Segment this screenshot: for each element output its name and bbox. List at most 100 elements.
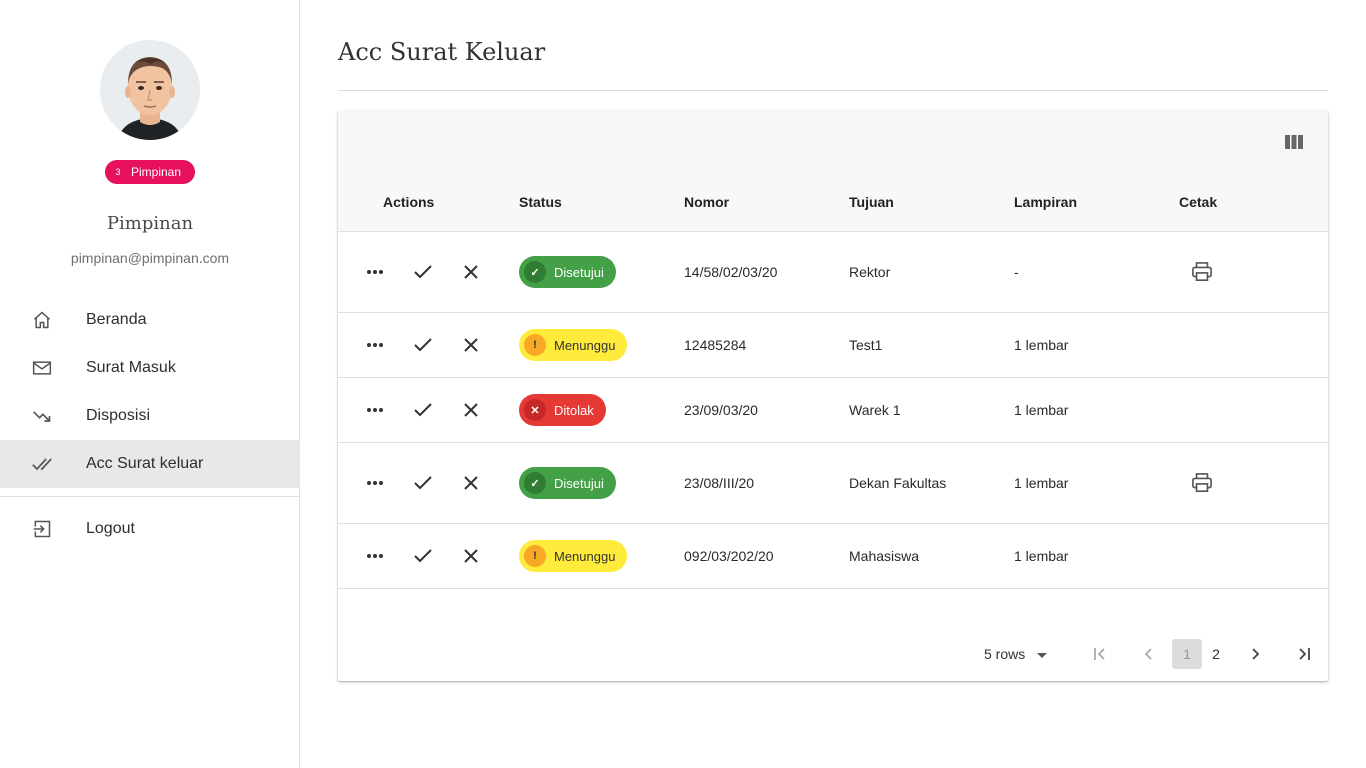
status-cell: ✕ Ditolak [519, 378, 606, 442]
caret-down-icon [1037, 646, 1048, 662]
close-icon [464, 265, 478, 279]
sidebar-item-acc-surat-keluar[interactable]: Acc Surat keluar [0, 440, 300, 488]
approve-button[interactable] [411, 260, 435, 284]
lampiran-cell: - [1014, 264, 1019, 280]
nomor-cell: 14/58/02/03/20 [684, 264, 778, 280]
view-columns-button[interactable] [1282, 133, 1306, 153]
data-table-card: Actions Status Nomor Tujuan Lampiran Cet… [338, 111, 1328, 681]
table-row: ! Menunggu 12485284 Test1 1 lembar [338, 312, 1328, 377]
row-actions [363, 378, 483, 442]
nomor-cell: 23/09/03/20 [684, 402, 758, 418]
status-label: Menunggu [554, 548, 616, 564]
view-columns-icon [1285, 134, 1303, 153]
print-button[interactable] [1191, 232, 1213, 312]
rows-per-page-select[interactable]: 5 rows [984, 636, 1048, 672]
reject-button[interactable] [459, 260, 483, 284]
alert-circle-icon: ! [524, 334, 546, 356]
next-page-button[interactable] [1241, 639, 1271, 669]
check-icon [414, 338, 432, 352]
page-2-button[interactable]: 2 [1201, 639, 1231, 669]
tujuan-cell: Mahasiswa [849, 548, 920, 564]
logout-icon [30, 517, 54, 541]
status-badge: ✓ Disetujui [519, 256, 616, 288]
sidebar-item-label: Surat Masuk [86, 359, 176, 376]
table-body: ✓ Disetujui 14/58/02/03/20 Rektor - ! Me [338, 231, 1328, 589]
row-actions [363, 524, 483, 588]
check-icon [414, 403, 432, 417]
status-cell: ! Menunggu [519, 313, 628, 377]
page-1-button[interactable]: 1 [1172, 639, 1202, 669]
print-button[interactable] [1191, 443, 1213, 523]
first-page-icon [1094, 648, 1105, 660]
reject-button[interactable] [459, 471, 483, 495]
lampiran-cell: 1 lembar [1014, 548, 1069, 564]
sidebar-item-logout[interactable]: Logout [0, 505, 300, 553]
column-header-lampiran[interactable]: Lampiran [1014, 183, 1077, 231]
home-icon [30, 308, 54, 332]
check-circle-icon: ✓ [524, 261, 546, 283]
status-label: Menunggu [554, 337, 616, 353]
mail-icon [30, 356, 54, 380]
table-row: ✕ Ditolak 23/09/03/20 Warek 1 1 lembar [338, 377, 1328, 442]
sidebar-item-disposisi[interactable]: Disposisi [0, 392, 300, 440]
user-name: Pimpinan [106, 213, 194, 234]
last-page-icon [1299, 648, 1310, 660]
column-header-cetak[interactable]: Cetak [1179, 183, 1217, 231]
status-badge: ! Menunggu [519, 540, 628, 572]
more-options-button[interactable] [363, 471, 387, 495]
status-cell: ! Menunggu [519, 524, 628, 588]
close-icon [464, 476, 478, 490]
reject-button[interactable] [459, 398, 483, 422]
status-cell: ✓ Disetujui [519, 443, 616, 523]
nomor-cell: 12485284 [684, 337, 747, 353]
column-header-tujuan[interactable]: Tujuan [849, 183, 894, 231]
status-cell: ✓ Disetujui [519, 232, 616, 312]
approve-button[interactable] [411, 333, 435, 357]
column-header-nomor[interactable]: Nomor [684, 183, 729, 231]
table-row: ✓ Disetujui 14/58/02/03/20 Rektor - [338, 231, 1328, 312]
approve-button[interactable] [411, 398, 435, 422]
column-header-status[interactable]: Status [519, 183, 562, 231]
nav-divider [0, 496, 300, 497]
close-icon [464, 549, 478, 563]
reject-button[interactable] [459, 333, 483, 357]
column-header-actions[interactable]: Actions [383, 183, 434, 231]
badge-count: 3 [115, 167, 121, 177]
table-row: ! Menunggu 092/03/202/20 Mahasiswa 1 lem… [338, 523, 1328, 588]
trending-down-icon [30, 404, 54, 428]
approve-button[interactable] [411, 544, 435, 568]
sidebar-item-label: Beranda [86, 311, 147, 328]
more-options-button[interactable] [363, 333, 387, 357]
check-circle-icon: ✓ [524, 472, 546, 494]
sidebar-item-beranda[interactable]: Beranda [0, 296, 300, 344]
rows-per-page-value: 5 rows [984, 646, 1026, 662]
lampiran-cell: 1 lembar [1014, 402, 1069, 418]
last-page-button[interactable] [1289, 639, 1319, 669]
row-actions [363, 232, 483, 312]
close-icon [464, 403, 478, 417]
first-page-button[interactable] [1085, 639, 1115, 669]
more-horizontal-icon [367, 481, 383, 485]
row-actions [363, 313, 483, 377]
prev-page-button[interactable] [1133, 639, 1163, 669]
status-label: Disetujui [554, 475, 604, 491]
title-divider [338, 90, 1328, 91]
role-badge: 3 Pimpinan [105, 160, 195, 184]
more-horizontal-icon [367, 554, 383, 558]
more-horizontal-icon [367, 343, 383, 347]
approve-button[interactable] [411, 471, 435, 495]
printer-icon [1192, 262, 1212, 281]
more-options-button[interactable] [363, 544, 387, 568]
tujuan-cell: Dekan Fakultas [849, 475, 947, 491]
avatar [100, 40, 200, 140]
close-icon [464, 338, 478, 352]
more-options-button[interactable] [363, 260, 387, 284]
sidebar-item-surat-masuk[interactable]: Surat Masuk [0, 344, 300, 392]
more-horizontal-icon [367, 270, 383, 274]
more-options-button[interactable] [363, 398, 387, 422]
row-actions [363, 443, 483, 523]
reject-button[interactable] [459, 544, 483, 568]
tujuan-cell: Rektor [849, 264, 891, 280]
lampiran-cell: 1 lembar [1014, 337, 1069, 353]
status-badge: ✓ Disetujui [519, 467, 616, 499]
